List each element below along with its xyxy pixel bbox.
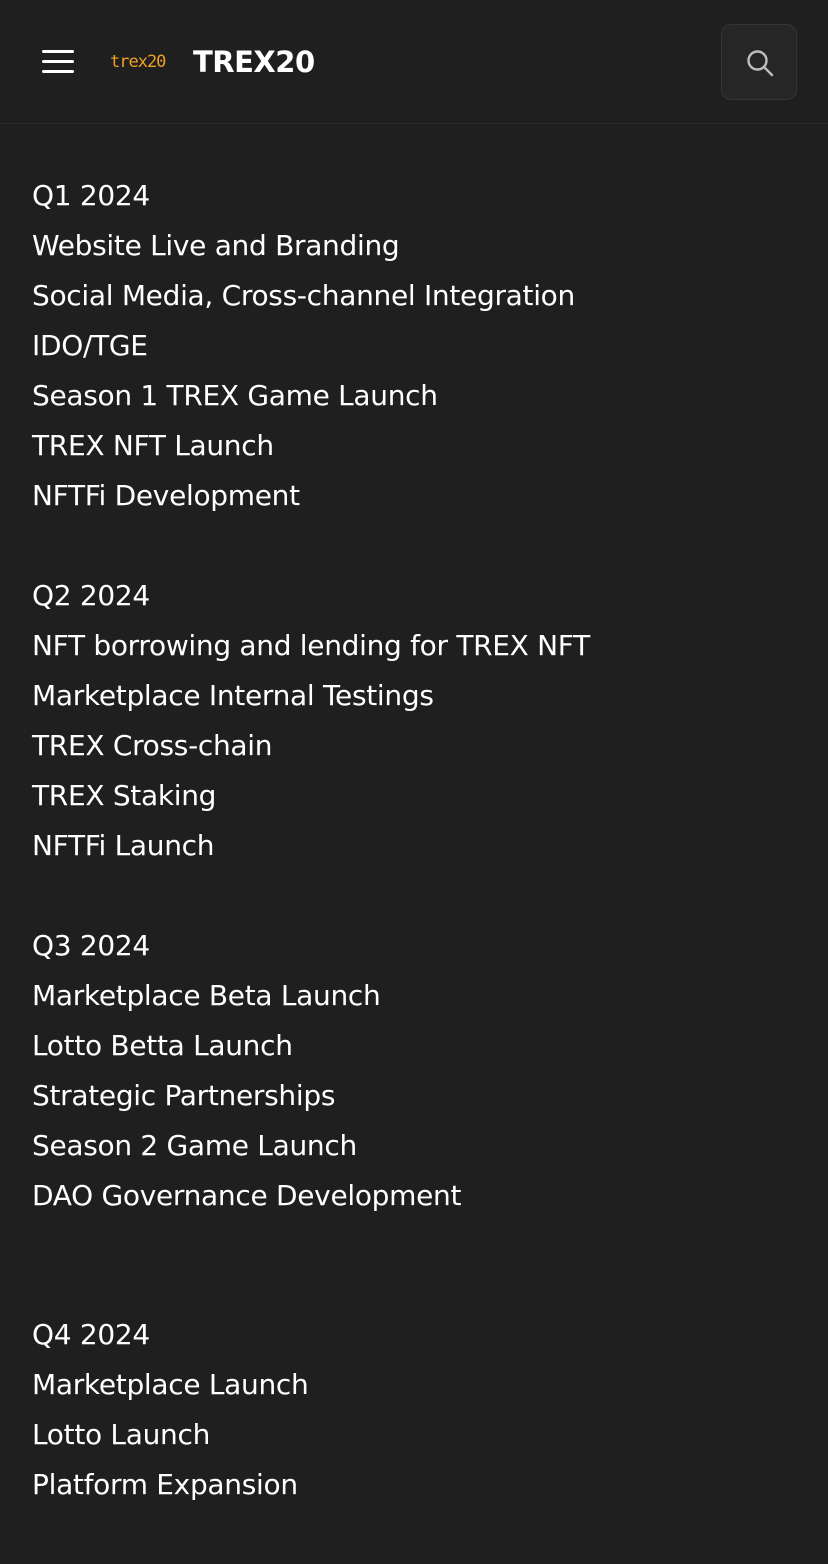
roadmap-section-q1: Q1 2024 Website Live and Branding Social…: [32, 171, 812, 521]
roadmap-item: Lotto Launch: [32, 1418, 211, 1451]
quarter-heading: Q4 2024: [32, 1318, 150, 1351]
roadmap-item: Marketplace Launch: [32, 1368, 309, 1401]
search-button[interactable]: [721, 24, 797, 100]
roadmap-item: TREX NFT Launch: [32, 429, 274, 462]
roadmap-item: Social Media, Cross-channel Integration: [32, 279, 575, 312]
roadmap-item: NFTFi Development: [32, 479, 300, 512]
roadmap-item: Website Live and Branding: [32, 229, 400, 262]
quarter-heading: Q3 2024: [32, 929, 150, 962]
roadmap-section-q2: Q2 2024 NFT borrowing and lending for TR…: [32, 571, 812, 871]
top-header: trex20 TREX20: [0, 0, 828, 124]
quarter-heading: Q2 2024: [32, 579, 150, 612]
roadmap-item: TREX Staking: [32, 779, 217, 812]
roadmap-section-q3: Q3 2024 Marketplace Beta Launch Lotto Be…: [32, 921, 812, 1221]
roadmap-item: Marketplace Internal Testings: [32, 679, 434, 712]
brand-title[interactable]: TREX20: [193, 42, 315, 82]
menu-button[interactable]: [36, 44, 80, 80]
roadmap-item: Strategic Partnerships: [32, 1079, 336, 1112]
hamburger-menu-icon: [42, 50, 74, 53]
search-icon: [747, 50, 774, 77]
roadmap-item: Lotto Betta Launch: [32, 1029, 293, 1062]
roadmap-item: TREX Cross-chain: [32, 729, 273, 762]
logo[interactable]: trex20: [110, 50, 166, 74]
roadmap-item: NFT borrowing and lending for TREX NFT: [32, 629, 590, 662]
roadmap-item: DAO Governance Development: [32, 1179, 462, 1212]
roadmap-item: Marketplace Beta Launch: [32, 979, 381, 1012]
roadmap-item: IDO/TGE: [32, 329, 148, 362]
roadmap-content: Q1 2024 Website Live and Branding Social…: [32, 171, 812, 1510]
roadmap-item: Season 1 TREX Game Launch: [32, 379, 438, 412]
roadmap-item: NFTFi Launch: [32, 829, 215, 862]
roadmap-item: Season 2 Game Launch: [32, 1129, 357, 1162]
roadmap-item: Platform Expansion: [32, 1468, 298, 1501]
roadmap-section-q4: Q4 2024 Marketplace Launch Lotto Launch …: [32, 1310, 812, 1510]
quarter-heading: Q1 2024: [32, 179, 150, 212]
